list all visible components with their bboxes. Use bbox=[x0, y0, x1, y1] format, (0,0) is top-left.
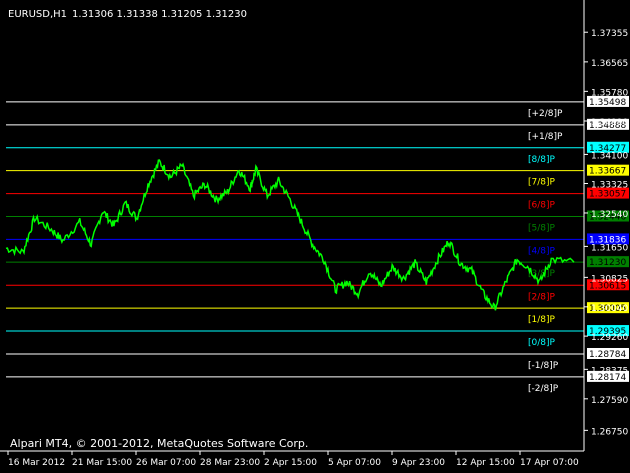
price-tick-label: 1.34100 bbox=[591, 151, 628, 161]
murrey-label: [2/8]P bbox=[528, 292, 556, 302]
murrey-math-lines: [+2/8]P1.35498[+1/8]P1.34888[8/8]P1.3427… bbox=[6, 95, 629, 394]
copyright-text: Alpari MT4, © 2001-2012, MetaQuotes Soft… bbox=[10, 437, 308, 450]
price-tick-label: 1.29260 bbox=[591, 333, 628, 343]
price-tick-label: 1.32540 bbox=[591, 210, 628, 220]
price-tick-label: 1.35780 bbox=[591, 88, 628, 98]
murrey-label: [4/8]P bbox=[528, 246, 556, 256]
murrey-price-tag-label: 1.33057 bbox=[589, 190, 626, 200]
murrey-price-tag-label: 1.35498 bbox=[589, 98, 626, 108]
price-tick-label: 1.30040 bbox=[591, 304, 628, 314]
murrey-price-tag-label: 1.31230 bbox=[589, 258, 626, 268]
time-tick-label: 12 Apr 15:00 bbox=[456, 458, 515, 468]
time-tick-label: 5 Apr 07:00 bbox=[328, 458, 381, 468]
murrey-label: [0/8]P bbox=[528, 338, 556, 348]
price-series bbox=[5, 159, 575, 311]
price-chart[interactable]: [+2/8]P1.35498[+1/8]P1.34888[8/8]P1.3427… bbox=[0, 0, 630, 473]
murrey-label: [7/8]P bbox=[528, 178, 556, 188]
ohlc-readout: 1.31306 1.31338 1.31205 1.31230 bbox=[72, 9, 247, 20]
price-tick-label: 1.33325 bbox=[591, 181, 628, 191]
murrey-label: [1/8]P bbox=[528, 315, 556, 325]
price-tick-label: 1.27590 bbox=[591, 396, 628, 406]
time-tick-label: 28 Mar 23:00 bbox=[200, 458, 260, 468]
symbol-timeframe: EURUSD,H1 bbox=[8, 9, 67, 20]
murrey-price-tag-label: 1.33667 bbox=[589, 167, 626, 177]
murrey-label: [+2/8]P bbox=[528, 109, 563, 119]
price-tick-label: 1.34990 bbox=[591, 118, 628, 128]
murrey-label: [+1/8]P bbox=[528, 132, 563, 142]
price-tick-label: 1.37355 bbox=[591, 29, 628, 39]
murrey-label: [8/8]P bbox=[528, 155, 556, 165]
price-tick-label: 1.28375 bbox=[591, 366, 628, 376]
time-tick-label: 9 Apr 23:00 bbox=[392, 458, 445, 468]
time-tick-label: 26 Mar 07:00 bbox=[136, 458, 196, 468]
price-tick-label: 1.36565 bbox=[591, 59, 628, 69]
price-line bbox=[5, 159, 575, 311]
time-tick-label: 21 Mar 15:00 bbox=[72, 458, 132, 468]
price-tick-label: 1.30825 bbox=[591, 274, 628, 284]
price-tick-label: 1.31650 bbox=[591, 243, 628, 253]
murrey-label: [6/8]P bbox=[528, 201, 556, 211]
price-tick-label: 1.26750 bbox=[591, 427, 628, 437]
murrey-label: [-1/8]P bbox=[528, 361, 559, 371]
time-axis[interactable]: 16 Mar 2012 21 Mar 15:00 26 Mar 07:00 28 Ma… bbox=[0, 450, 584, 468]
price-axis[interactable]: 1.37355 1.36565 1.35780 1.34990 1.34100 1.333… bbox=[583, 0, 628, 451]
murrey-price-tag-label: 1.28784 bbox=[589, 350, 626, 360]
murrey-label: [-2/8]P bbox=[528, 384, 559, 394]
murrey-label: [5/8]P bbox=[528, 224, 556, 234]
time-tick-label: 16 Mar 2012 bbox=[8, 458, 65, 468]
time-tick-label: 2 Apr 15:00 bbox=[264, 458, 317, 468]
time-tick-label: 17 Apr 07:00 bbox=[520, 458, 579, 468]
